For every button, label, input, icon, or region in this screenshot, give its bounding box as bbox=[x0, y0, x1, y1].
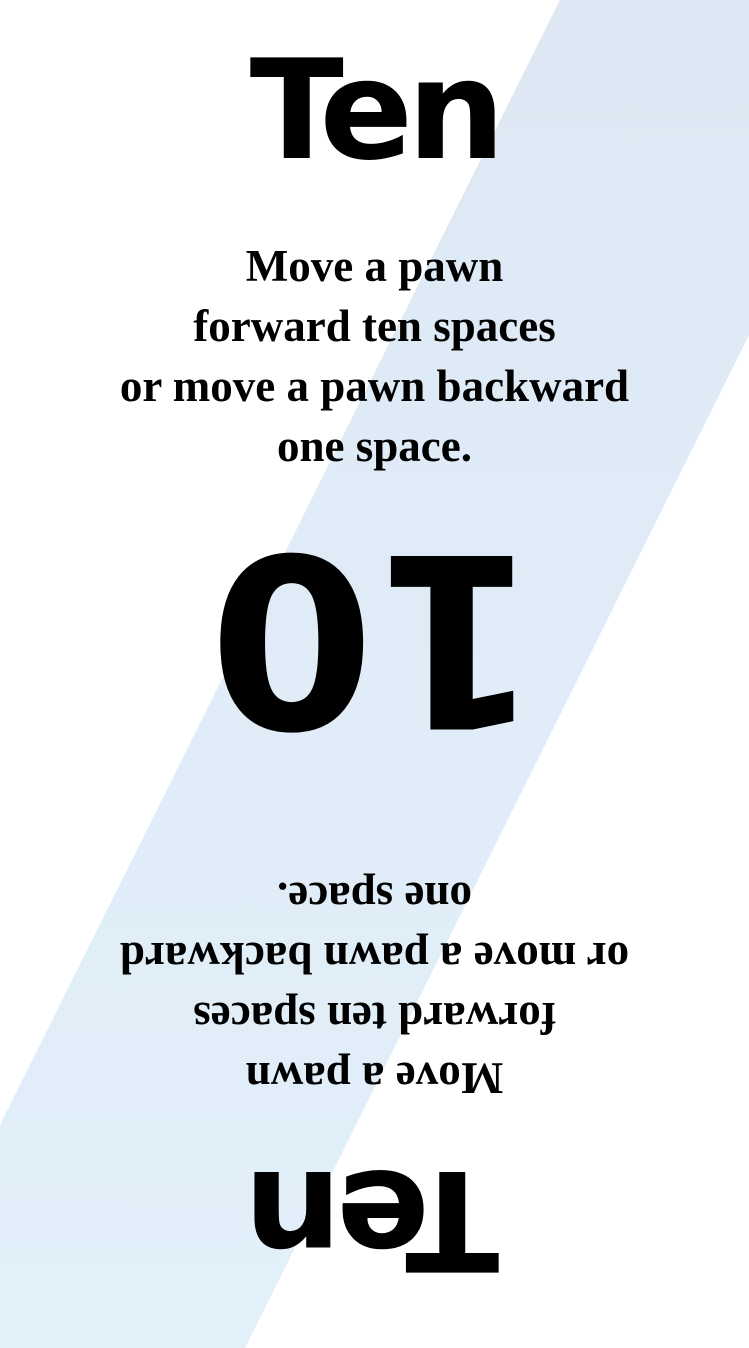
card-rule-text-top: Move a pawn forward ten spaces or move a… bbox=[0, 236, 749, 476]
rule-line: forward ten spaces bbox=[193, 993, 556, 1043]
rule-line: Move a pawn bbox=[245, 1053, 504, 1103]
rule-line: Move a pawn bbox=[245, 241, 504, 291]
rule-line: one space. bbox=[277, 873, 472, 923]
rule-line: forward ten spaces bbox=[193, 301, 556, 351]
card-title-bottom: Ten bbox=[249, 1139, 500, 1300]
card-title-top: Ten bbox=[249, 30, 506, 191]
card-number: 10 bbox=[208, 499, 541, 776]
sorry-card: Ten Move a pawn forward ten spaces or mo… bbox=[0, 0, 749, 1348]
rule-line: one space. bbox=[277, 421, 472, 471]
rule-line: or move a pawn backward bbox=[119, 361, 630, 411]
card-rule-text-bottom: Move a pawn forward ten spaces or move a… bbox=[0, 868, 749, 1108]
rule-line: or move a pawn backward bbox=[119, 933, 630, 983]
